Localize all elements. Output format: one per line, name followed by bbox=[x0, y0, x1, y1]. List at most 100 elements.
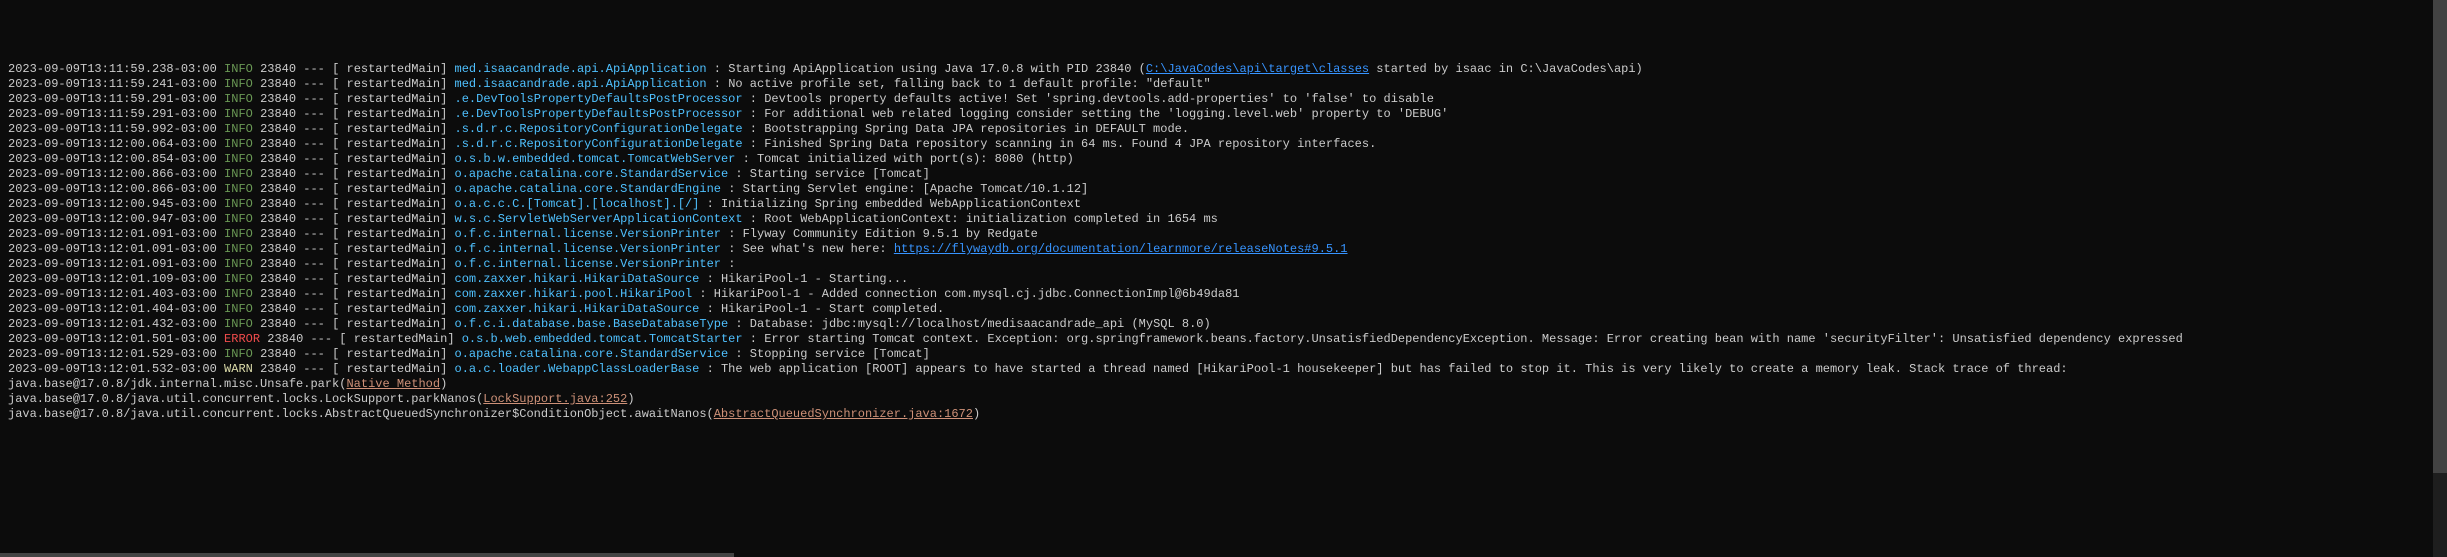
log-colon: : bbox=[750, 332, 764, 346]
stack-trace-line: java.base@17.0.8/java.util.concurrent.lo… bbox=[8, 407, 2447, 422]
log-thread: restartedMain bbox=[339, 242, 440, 256]
log-separator: --- [ bbox=[296, 347, 339, 361]
log-separator: ] bbox=[440, 137, 454, 151]
log-line: 2023-09-09T13:12:00.945-03:00 INFO 23840… bbox=[8, 197, 2447, 212]
log-line: 2023-09-09T13:12:01.403-03:00 INFO 23840… bbox=[8, 287, 2447, 302]
log-colon: : bbox=[714, 62, 728, 76]
log-separator: --- [ bbox=[296, 77, 339, 91]
log-message: Starting ApiApplication using Java 17.0.… bbox=[728, 62, 1146, 76]
log-separator: --- [ bbox=[296, 257, 339, 271]
log-separator: ] bbox=[440, 302, 454, 316]
log-pid: 23840 bbox=[260, 272, 296, 286]
log-separator: ] bbox=[440, 257, 454, 271]
stack-source-link[interactable]: Native Method bbox=[346, 377, 440, 391]
log-pid: 23840 bbox=[260, 347, 296, 361]
log-separator: ] bbox=[440, 152, 454, 166]
log-timestamp: 2023-09-09T13:12:00.866-03:00 bbox=[8, 167, 217, 181]
vertical-scrollbar-thumb[interactable] bbox=[2433, 0, 2447, 473]
log-pid: 23840 bbox=[260, 242, 296, 256]
log-line: 2023-09-09T13:11:59.241-03:00 INFO 23840… bbox=[8, 77, 2447, 92]
log-level: INFO bbox=[224, 212, 260, 226]
log-message: See what's new here: bbox=[743, 242, 894, 256]
stack-source-link[interactable]: AbstractQueuedSynchronizer.java:1672 bbox=[714, 407, 973, 421]
console-log-output[interactable]: 2023-09-09T13:11:59.238-03:00 INFO 23840… bbox=[0, 60, 2447, 422]
log-logger: med.isaacandrade.api.ApiApplication bbox=[455, 77, 714, 91]
log-logger: o.f.c.internal.license.VersionPrinter bbox=[455, 257, 729, 271]
log-separator: ] bbox=[440, 62, 454, 76]
log-timestamp: 2023-09-09T13:11:59.241-03:00 bbox=[8, 77, 217, 91]
log-pid: 23840 bbox=[260, 182, 296, 196]
log-thread: restartedMain bbox=[339, 257, 440, 271]
stack-trace-line: java.base@17.0.8/java.util.concurrent.lo… bbox=[8, 392, 2447, 407]
log-line: 2023-09-09T13:12:00.064-03:00 INFO 23840… bbox=[8, 137, 2447, 152]
log-separator: --- [ bbox=[296, 92, 339, 106]
log-line: 2023-09-09T13:12:01.109-03:00 INFO 23840… bbox=[8, 272, 2447, 287]
log-timestamp: 2023-09-09T13:12:01.109-03:00 bbox=[8, 272, 217, 286]
log-colon: : bbox=[743, 152, 757, 166]
log-pid: 23840 bbox=[260, 362, 296, 376]
log-timestamp: 2023-09-09T13:12:01.403-03:00 bbox=[8, 287, 217, 301]
log-link[interactable]: https://flywaydb.org/documentation/learn… bbox=[894, 242, 1348, 256]
stack-trace-line: java.base@17.0.8/jdk.internal.misc.Unsaf… bbox=[8, 377, 2447, 392]
log-level: INFO bbox=[224, 107, 260, 121]
log-line: 2023-09-09T13:12:01.091-03:00 INFO 23840… bbox=[8, 227, 2447, 242]
log-link[interactable]: C:\JavaCodes\api\target\classes bbox=[1146, 62, 1369, 76]
log-timestamp: 2023-09-09T13:12:00.854-03:00 bbox=[8, 152, 217, 166]
log-thread: restartedMain bbox=[339, 92, 440, 106]
stack-frame: ) bbox=[627, 392, 634, 406]
log-colon: : bbox=[707, 272, 721, 286]
log-separator: ] bbox=[440, 362, 454, 376]
log-message: HikariPool-1 - Added connection com.mysq… bbox=[714, 287, 1240, 301]
log-separator: --- [ bbox=[296, 197, 339, 211]
log-line: 2023-09-09T13:12:01.404-03:00 INFO 23840… bbox=[8, 302, 2447, 317]
log-thread: restartedMain bbox=[339, 227, 440, 241]
log-line: 2023-09-09T13:12:01.091-03:00 INFO 23840… bbox=[8, 257, 2447, 272]
log-colon: : bbox=[743, 122, 765, 136]
log-separator: ] bbox=[447, 332, 461, 346]
log-logger: o.a.c.loader.WebappClassLoaderBase bbox=[455, 362, 707, 376]
log-line: 2023-09-09T13:11:59.238-03:00 INFO 23840… bbox=[8, 62, 2447, 77]
log-separator: ] bbox=[440, 167, 454, 181]
log-message: HikariPool-1 - Starting... bbox=[721, 272, 908, 286]
log-logger: .e.DevToolsPropertyDefaultsPostProcessor bbox=[455, 107, 743, 121]
log-line: 2023-09-09T13:12:00.947-03:00 INFO 23840… bbox=[8, 212, 2447, 227]
log-message: No active profile set, falling back to 1… bbox=[728, 77, 1210, 91]
log-level: WARN bbox=[224, 362, 260, 376]
log-timestamp: 2023-09-09T13:12:01.529-03:00 bbox=[8, 347, 217, 361]
stack-source-link[interactable]: LockSupport.java:252 bbox=[483, 392, 627, 406]
log-colon: : bbox=[728, 227, 742, 241]
log-separator: --- [ bbox=[296, 62, 339, 76]
log-colon: : bbox=[699, 287, 713, 301]
horizontal-scrollbar[interactable] bbox=[0, 553, 734, 557]
log-separator: --- [ bbox=[296, 182, 339, 196]
log-pid: 23840 bbox=[260, 227, 296, 241]
log-thread: restartedMain bbox=[339, 77, 440, 91]
log-thread: restartedMain bbox=[339, 152, 440, 166]
log-level: INFO bbox=[224, 92, 260, 106]
log-message: Stopping service [Tomcat] bbox=[750, 347, 930, 361]
log-logger: com.zaxxer.hikari.HikariDataSource bbox=[455, 302, 707, 316]
log-separator: --- [ bbox=[296, 242, 339, 256]
log-timestamp: 2023-09-09T13:11:59.238-03:00 bbox=[8, 62, 217, 76]
log-line: 2023-09-09T13:12:00.866-03:00 INFO 23840… bbox=[8, 182, 2447, 197]
log-logger: med.isaacandrade.api.ApiApplication bbox=[455, 62, 714, 76]
log-logger: o.f.c.i.database.base.BaseDatabaseType bbox=[455, 317, 736, 331]
log-pid: 23840 bbox=[267, 332, 303, 346]
log-message: Starting Servlet engine: [Apache Tomcat/… bbox=[743, 182, 1089, 196]
log-separator: ] bbox=[440, 272, 454, 286]
log-pid: 23840 bbox=[260, 197, 296, 211]
log-logger: com.zaxxer.hikari.HikariDataSource bbox=[455, 272, 707, 286]
log-separator: --- [ bbox=[296, 317, 339, 331]
log-pid: 23840 bbox=[260, 287, 296, 301]
log-colon: : bbox=[743, 212, 765, 226]
log-level: INFO bbox=[224, 167, 260, 181]
log-level: INFO bbox=[224, 62, 260, 76]
log-thread: restartedMain bbox=[339, 317, 440, 331]
log-thread: restartedMain bbox=[339, 287, 440, 301]
log-message: Root WebApplicationContext: initializati… bbox=[764, 212, 1218, 226]
vertical-scrollbar-track[interactable] bbox=[2433, 0, 2447, 557]
log-level: INFO bbox=[224, 182, 260, 196]
stack-frame: java.base@17.0.8/java.util.concurrent.lo… bbox=[8, 392, 483, 406]
log-line: 2023-09-09T13:12:00.854-03:00 INFO 23840… bbox=[8, 152, 2447, 167]
log-timestamp: 2023-09-09T13:12:01.091-03:00 bbox=[8, 227, 217, 241]
